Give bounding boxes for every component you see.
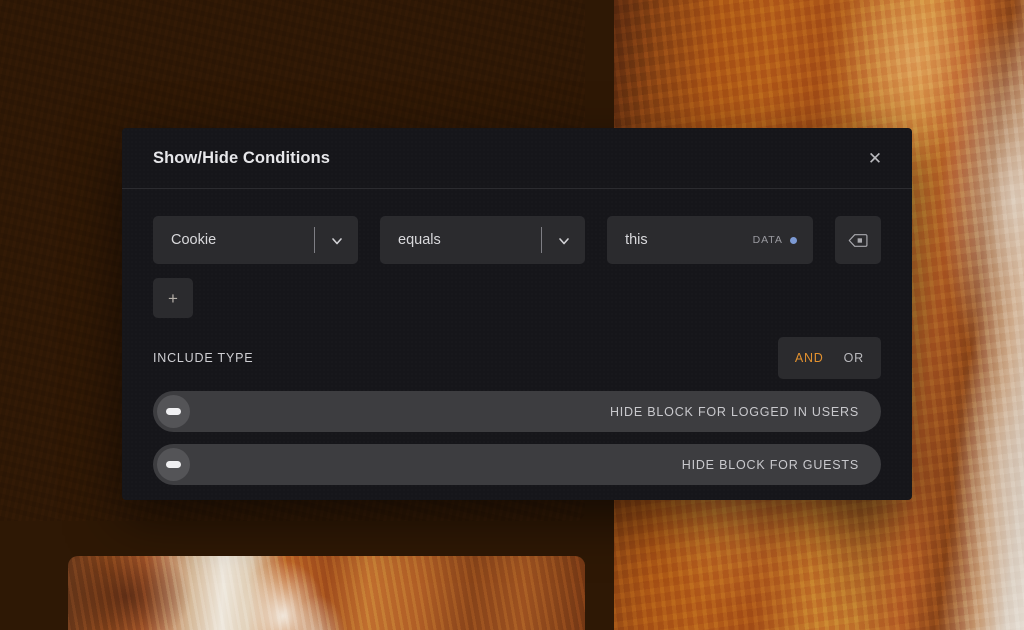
condition-operator-value: equals (398, 232, 441, 248)
data-source-badge[interactable]: DATA (753, 234, 797, 246)
condition-subject-value: Cookie (171, 232, 217, 248)
chevron-down-glyph (558, 235, 569, 246)
data-badge-label: DATA (752, 234, 783, 246)
chevron-down-icon (541, 216, 585, 264)
condition-value-text: this (625, 232, 648, 248)
toggle-label: HIDE BLOCK FOR GUESTS (681, 457, 859, 472)
screen: Show/Hide Conditions ✕ Cookie equals thi… (0, 0, 1024, 630)
select-divider (314, 227, 316, 253)
dialog-header: Show/Hide Conditions ✕ (122, 128, 912, 189)
show-hide-conditions-dialog: Show/Hide Conditions ✕ Cookie equals thi… (122, 128, 912, 500)
backspace-delete-icon (848, 233, 868, 248)
chevron-down-icon (314, 216, 358, 264)
add-condition-button[interactable]: + (153, 278, 193, 318)
toggle-hide-block-guests[interactable]: HIDE BLOCK FOR GUESTS (153, 444, 881, 485)
condition-row: Cookie equals this DATA (153, 216, 881, 264)
minus-dash-icon (166, 408, 181, 415)
include-type-option-and[interactable]: AND (795, 351, 824, 365)
delete-condition-button[interactable] (834, 216, 881, 264)
include-type-label: INCLUDE TYPE (153, 351, 254, 365)
toggle-knob[interactable] (157, 448, 190, 481)
minus-dash-icon (166, 461, 181, 468)
background-photo-slot-canyon-bottom (68, 556, 585, 630)
select-divider (541, 227, 543, 253)
include-type-option-or[interactable]: OR (844, 351, 864, 365)
dialog-body: Cookie equals this DATA + INCLUDE TYPE A… (122, 189, 912, 485)
condition-operator-select[interactable]: equals (380, 216, 586, 264)
include-type-row: INCLUDE TYPE AND OR (153, 337, 881, 379)
include-type-toggle-group: AND OR (777, 337, 881, 379)
chevron-down-glyph (331, 235, 342, 246)
toggle-knob[interactable] (157, 395, 190, 428)
toggle-hide-block-logged-in-users[interactable]: HIDE BLOCK FOR LOGGED IN USERS (153, 391, 881, 432)
dialog-title: Show/Hide Conditions (153, 148, 331, 167)
data-badge-dot-icon (789, 236, 797, 244)
condition-subject-select[interactable]: Cookie (153, 216, 359, 264)
toggle-label: HIDE BLOCK FOR LOGGED IN USERS (609, 404, 859, 419)
close-icon[interactable]: ✕ (862, 145, 888, 171)
condition-value-input[interactable]: this DATA (607, 216, 813, 264)
